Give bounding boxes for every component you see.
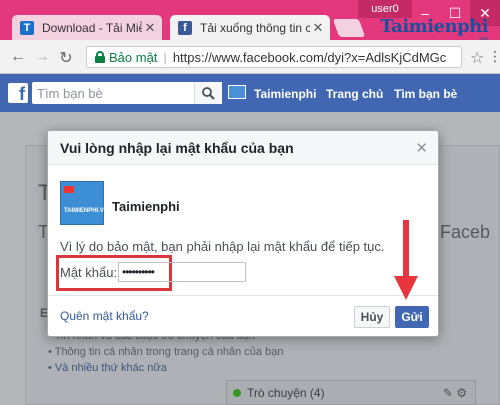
address-separator: | <box>163 49 167 65</box>
browser-tab-download[interactable]: T Download - Tải Miễn P ✕ <box>12 15 162 40</box>
lock-icon <box>95 51 105 63</box>
tab-title: Tải xuống thông tin của <box>200 20 310 35</box>
taimienphi-favicon-icon: T <box>20 20 34 35</box>
page-logo-text: TAIMIENPHI.VN <box>64 208 109 214</box>
bookmark-star-icon[interactable]: ☆ <box>470 48 484 68</box>
page-name: Taimienphi <box>112 199 180 214</box>
facebook-search-input[interactable]: Tìm bạn bè <box>32 82 222 104</box>
submit-button[interactable]: Gửi <box>395 306 429 328</box>
browser-tab-facebook[interactable]: f Tải xuống thông tin của ✕ <box>170 15 330 40</box>
new-tab-button[interactable] <box>332 19 366 37</box>
close-tab-icon[interactable]: ✕ <box>142 20 158 36</box>
watermark-brand: Taimienphi <box>380 16 489 37</box>
secure-label: Bảo mật <box>109 49 158 65</box>
facebook-top-bar: f Tìm bạn bè Taimienphi Trang chủ Tìm bạ… <box>0 74 500 112</box>
search-placeholder: Tìm bạn bè <box>37 85 103 101</box>
red-arrow-annotation-icon <box>394 220 418 300</box>
dialog-header: Vui lòng nhập lại mật khẩu của bạn <box>48 131 438 165</box>
profile-thumbnail[interactable] <box>228 85 246 99</box>
browser-tab-strip: T Download - Tải Miễn P ✕ f Tải xuống th… <box>0 0 500 44</box>
nav-profile-link[interactable]: Taimienphi <box>254 87 316 101</box>
tab-title: Download - Tải Miễn P <box>42 20 142 35</box>
facebook-logo-icon[interactable]: f <box>8 83 28 103</box>
cancel-button[interactable]: Hủy <box>354 306 390 328</box>
forward-arrow-icon[interactable]: → <box>32 48 52 66</box>
nav-home-link[interactable]: Trang chủ <box>326 87 383 101</box>
forgot-password-link[interactable]: Quên mật khẩu? <box>60 309 149 323</box>
password-field[interactable]: •••••••••• <box>118 262 246 282</box>
flag-icon <box>64 186 74 193</box>
browser-menu-icon[interactable]: ⋮ <box>488 48 500 65</box>
reload-icon[interactable]: ↻ <box>56 48 76 68</box>
close-tab-icon[interactable]: ✕ <box>310 20 326 36</box>
dialog-title: Vui lòng nhập lại mật khẩu của bạn <box>60 139 294 156</box>
password-label: Mật khẩu: <box>60 265 118 280</box>
dialog-footer: Quên mật khẩu? Hủy Gửi <box>48 295 438 336</box>
search-icon[interactable] <box>194 82 222 104</box>
address-bar[interactable]: Bảo mật | https://www.facebook.com/dyi?x… <box>86 46 462 68</box>
back-arrow-icon[interactable]: ← <box>8 48 28 66</box>
nav-find-friends-link[interactable]: Tìm bạn bè <box>394 87 457 101</box>
security-reason-text: Vì lý do bảo mật, bạn phải nhập lại mật … <box>60 239 385 254</box>
facebook-favicon-icon: f <box>178 20 192 35</box>
browser-toolbar: ← → ↻ Bảo mật | https://www.facebook.com… <box>0 40 500 74</box>
reenter-password-dialog: Vui lòng nhập lại mật khẩu của bạn ✕ TAI… <box>47 130 439 337</box>
url-text: https://www.facebook.com/dyi?x=AdlsKjCdM… <box>172 49 447 65</box>
close-icon[interactable]: ✕ <box>415 139 428 157</box>
page-logo: TAIMIENPHI.VN <box>60 181 108 225</box>
